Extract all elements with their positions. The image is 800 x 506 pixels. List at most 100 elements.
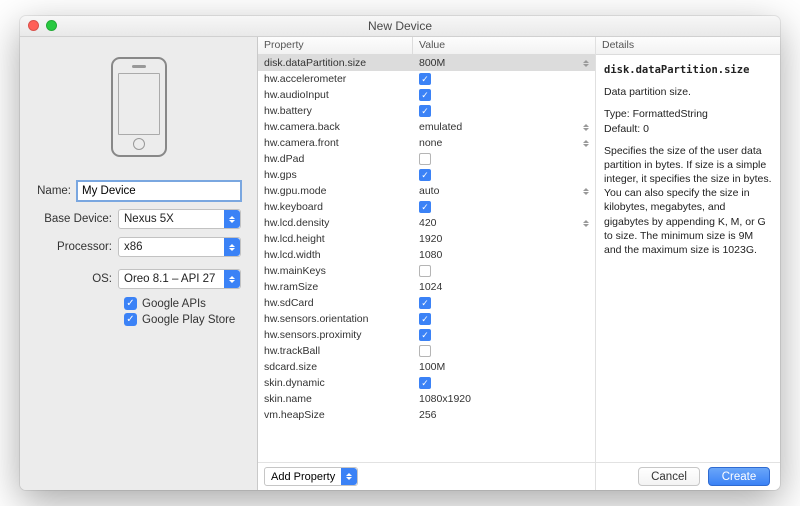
table-row[interactable]: hw.camera.backemulated [258, 119, 595, 135]
property-value[interactable]: 100M [413, 361, 595, 373]
table-row[interactable]: vm.heapSize256 [258, 407, 595, 423]
value-checkbox[interactable] [419, 377, 431, 389]
property-value[interactable] [413, 329, 595, 341]
google-apis-checkbox[interactable] [124, 297, 137, 310]
property-name: sdcard.size [258, 361, 413, 373]
value-checkbox[interactable] [419, 201, 431, 213]
table-row[interactable]: hw.mainKeys [258, 263, 595, 279]
sidebar: Name: Base Device: Nexus 5X Processor: x… [20, 37, 258, 490]
add-property-button[interactable]: Add Property [264, 467, 358, 486]
table-row[interactable]: hw.lcd.height1920 [258, 231, 595, 247]
stepper-icon[interactable] [583, 220, 589, 227]
stepper-icon[interactable] [583, 60, 589, 67]
table-row[interactable]: hw.trackBall [258, 343, 595, 359]
stepper-icon[interactable] [583, 140, 589, 147]
table-row[interactable]: skin.name1080x1920 [258, 391, 595, 407]
column-value[interactable]: Value [413, 37, 595, 54]
details-panel: Details disk.dataPartition.size Data par… [596, 37, 780, 490]
table-row[interactable]: hw.keyboard [258, 199, 595, 215]
property-value[interactable] [413, 73, 595, 85]
cancel-button[interactable]: Cancel [638, 467, 700, 486]
name-input[interactable] [77, 181, 241, 201]
property-name: hw.camera.back [258, 121, 413, 133]
stepper-icon[interactable] [583, 188, 589, 195]
chevrons-icon [341, 468, 357, 485]
property-value[interactable] [413, 153, 595, 165]
processor-select[interactable]: x86 [118, 237, 241, 257]
base-device-select[interactable]: Nexus 5X [118, 209, 241, 229]
value-checkbox[interactable] [419, 329, 431, 341]
base-device-label: Base Device: [36, 213, 118, 225]
new-device-window: New Device Name: Base Device: Nexus 5X P… [20, 16, 780, 490]
os-label: OS: [36, 273, 118, 285]
details-summary: Data partition size. [604, 85, 772, 99]
value-checkbox[interactable] [419, 153, 431, 165]
property-value[interactable]: 256 [413, 409, 595, 421]
property-value[interactable] [413, 313, 595, 325]
property-name: hw.gpu.mode [258, 185, 413, 197]
property-value[interactable]: none [413, 137, 595, 149]
value-checkbox[interactable] [419, 345, 431, 357]
property-value[interactable]: 1080 [413, 249, 595, 261]
value-checkbox[interactable] [419, 89, 431, 101]
property-name: hw.gps [258, 169, 413, 181]
chevrons-icon [224, 210, 240, 228]
property-value[interactable] [413, 297, 595, 309]
property-name: hw.lcd.height [258, 233, 413, 245]
table-row[interactable]: hw.lcd.density420 [258, 215, 595, 231]
value-checkbox[interactable] [419, 313, 431, 325]
value-checkbox[interactable] [419, 105, 431, 117]
table-row[interactable]: hw.accelerometer [258, 71, 595, 87]
table-row[interactable]: hw.sdCard [258, 295, 595, 311]
value-checkbox[interactable] [419, 265, 431, 277]
property-name: disk.dataPartition.size [258, 57, 413, 69]
property-value[interactable] [413, 169, 595, 181]
table-row[interactable]: skin.dynamic [258, 375, 595, 391]
property-value[interactable]: 1920 [413, 233, 595, 245]
chevrons-icon [224, 238, 240, 256]
property-value[interactable] [413, 201, 595, 213]
google-apis-label: Google APIs [142, 298, 206, 310]
property-name: hw.sdCard [258, 297, 413, 309]
property-value[interactable]: auto [413, 185, 595, 197]
property-name: skin.dynamic [258, 377, 413, 389]
table-row[interactable]: hw.sensors.orientation [258, 311, 595, 327]
table-row[interactable]: hw.battery [258, 103, 595, 119]
property-value[interactable] [413, 89, 595, 101]
table-row[interactable]: hw.audioInput [258, 87, 595, 103]
property-name: hw.camera.front [258, 137, 413, 149]
google-play-label: Google Play Store [142, 314, 235, 326]
property-value[interactable] [413, 265, 595, 277]
property-name: hw.lcd.density [258, 217, 413, 229]
property-value[interactable]: 420 [413, 217, 595, 229]
property-value[interactable] [413, 105, 595, 117]
details-default: Default: 0 [604, 123, 649, 135]
property-value[interactable] [413, 377, 595, 389]
table-row[interactable]: hw.gpu.modeauto [258, 183, 595, 199]
table-row[interactable]: hw.dPad [258, 151, 595, 167]
table-row[interactable]: hw.ramSize1024 [258, 279, 595, 295]
table-row[interactable]: hw.camera.frontnone [258, 135, 595, 151]
table-row[interactable]: sdcard.size100M [258, 359, 595, 375]
property-value[interactable]: 800M [413, 57, 595, 69]
table-row[interactable]: hw.lcd.width1080 [258, 247, 595, 263]
table-row[interactable]: disk.dataPartition.size800M [258, 55, 595, 71]
property-value[interactable]: 1024 [413, 281, 595, 293]
column-property[interactable]: Property [258, 37, 413, 54]
create-button[interactable]: Create [708, 467, 770, 486]
property-name: hw.sensors.proximity [258, 329, 413, 341]
property-rows[interactable]: disk.dataPartition.size800Mhw.accelerome… [258, 55, 595, 462]
value-checkbox[interactable] [419, 73, 431, 85]
stepper-icon[interactable] [583, 124, 589, 131]
property-value[interactable]: 1080x1920 [413, 393, 595, 405]
table-row[interactable]: hw.gps [258, 167, 595, 183]
value-checkbox[interactable] [419, 169, 431, 181]
os-select[interactable]: Oreo 8.1 – API 27 [118, 269, 241, 289]
table-row[interactable]: hw.sensors.proximity [258, 327, 595, 343]
property-value[interactable] [413, 345, 595, 357]
property-value[interactable]: emulated [413, 121, 595, 133]
window-title: New Device [20, 19, 780, 33]
value-checkbox[interactable] [419, 297, 431, 309]
property-name: hw.keyboard [258, 201, 413, 213]
google-play-checkbox[interactable] [124, 313, 137, 326]
